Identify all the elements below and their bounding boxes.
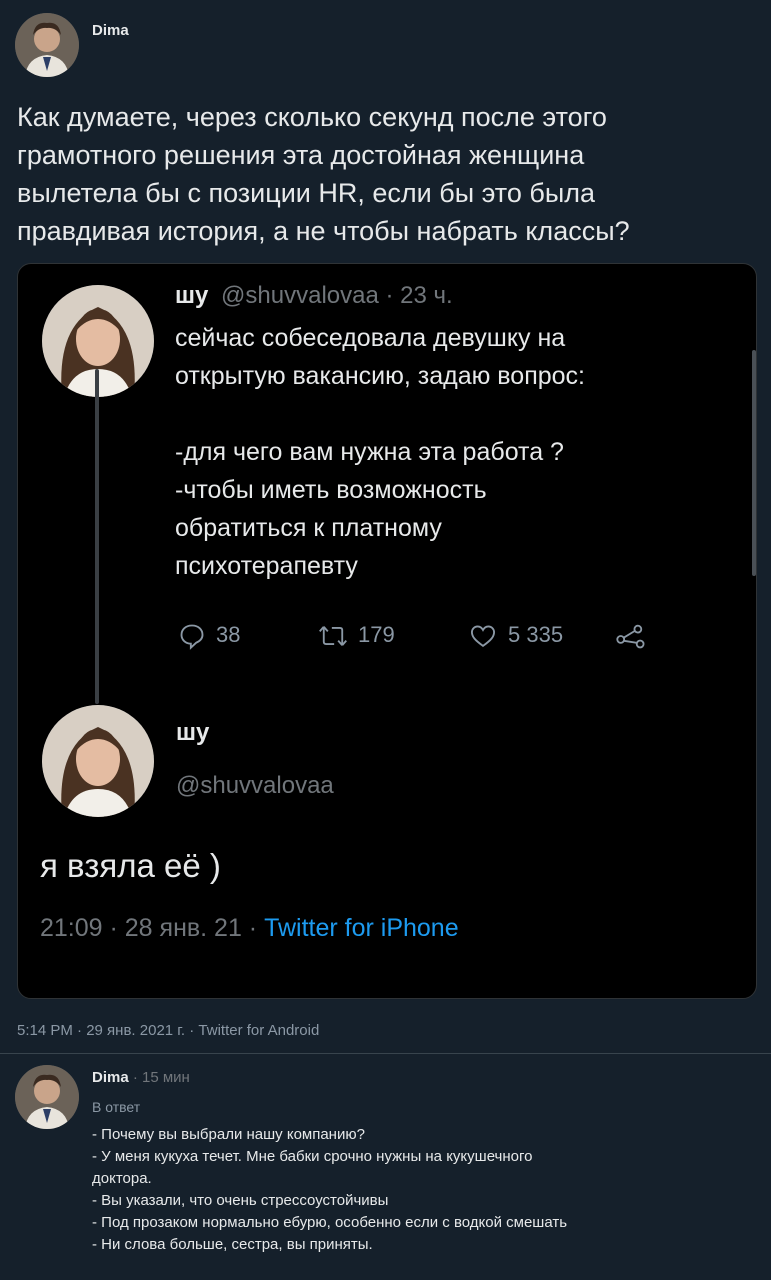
like-icon bbox=[470, 625, 496, 648]
retweet-count: 179 bbox=[358, 622, 395, 647]
retweet-action: 179 bbox=[318, 622, 395, 650]
retweet-icon bbox=[319, 626, 347, 647]
quoted-name: шу bbox=[175, 282, 209, 309]
like-action: 5 335 bbox=[468, 622, 563, 650]
scrollbar bbox=[752, 350, 756, 576]
quoted-reply-date: 21:09 · 28 янв. 21 · bbox=[40, 914, 265, 942]
comment-icon bbox=[180, 624, 204, 651]
comment-count: 38 bbox=[216, 622, 241, 647]
divider bbox=[0, 1053, 771, 1054]
quoted-time: 23 ч. bbox=[400, 282, 453, 309]
quoted-reply-source: Twitter for iPhone bbox=[264, 914, 459, 942]
quoted-reply-handle: @shuvvalovaa bbox=[176, 772, 334, 799]
quoted-header: шу @shuvvalovaa · 23 ч. bbox=[175, 282, 453, 310]
like-count: 5 335 bbox=[508, 622, 564, 647]
quoted-separator: · bbox=[378, 282, 401, 309]
thread-line bbox=[95, 369, 99, 704]
quoted-reply-text: я взяла её ) bbox=[40, 847, 221, 884]
reply-label: В ответ bbox=[92, 1099, 141, 1115]
quoted-reply-meta: 21:09 · 28 янв. 21 · Twitter for iPhone bbox=[40, 914, 459, 943]
comment-action: 38 bbox=[178, 622, 241, 651]
quoted-reply-avatar bbox=[42, 705, 154, 817]
quoted-text: сейчас собеседовала девушку на открытую … bbox=[175, 324, 585, 580]
author-avatar[interactable] bbox=[15, 13, 79, 77]
tweet-text: Как думаете, через сколько секунд после … bbox=[17, 102, 630, 246]
embedded-image[interactable]: шу @shuvvalovaa · 23 ч. сейчас собеседов… bbox=[17, 263, 757, 999]
reply-header: Dima · 15 мин bbox=[92, 1069, 190, 1086]
author-name[interactable]: Dima bbox=[92, 22, 129, 39]
share-icon bbox=[616, 624, 645, 649]
reply-text: - Почему вы выбрали нашу компанию? - У м… bbox=[92, 1126, 568, 1253]
quoted-reply-name: шу bbox=[176, 719, 210, 746]
reply-time: · 15 мин bbox=[128, 1069, 190, 1086]
reply-avatar[interactable] bbox=[15, 1065, 79, 1129]
quoted-handle: @shuvvalovaa bbox=[221, 282, 379, 309]
tweet-meta[interactable]: 5:14 PM · 29 янв. 2021 г. · Twitter for … bbox=[17, 1022, 319, 1039]
reply-author[interactable]: Dima bbox=[92, 1069, 129, 1086]
